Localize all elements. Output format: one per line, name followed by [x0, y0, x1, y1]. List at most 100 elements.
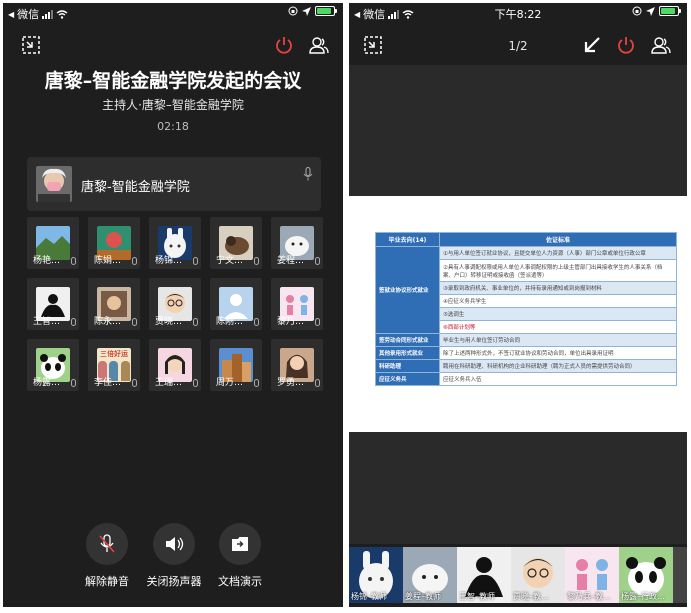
wifi-icon [56, 9, 68, 19]
table-cell: 除了上述两种形式外，不签订就业协议和劳动合同，单位出具录用证明 [439, 346, 677, 360]
participant-tile[interactable]: 王智… [27, 278, 79, 330]
end-meeting-icon[interactable] [616, 35, 636, 55]
microphone-icon [132, 318, 137, 326]
table-row: 应征义务兵 应征义务兵入伍 [375, 372, 677, 386]
participant-tile[interactable]: 陈娟… [88, 217, 140, 269]
microphone-icon [132, 379, 137, 387]
status-bar: ◀ 微信 [3, 3, 343, 23]
microphone-icon [254, 379, 259, 387]
battery-icon [659, 6, 681, 16]
participant-tile[interactable]: 杨露… [27, 339, 79, 391]
table-cell: ①与用人单位签订就业协议，且提交单位人力资源（人事）部门公章或单位行政公章 [439, 246, 677, 260]
meeting-timer: 02:18 [157, 120, 189, 133]
table-category: 签劳动合同形式就业 [375, 333, 440, 347]
microphone-icon [71, 257, 76, 265]
participant-tile[interactable]: 三倍好运 李佳… [88, 339, 140, 391]
microphone-icon [254, 257, 259, 265]
microphone-icon [193, 257, 198, 265]
participant-name: 姜程–教师 [405, 592, 441, 601]
muted-microphone-icon [99, 534, 115, 553]
minimize-window-icon[interactable] [21, 35, 41, 55]
meeting-host: 主持人·唐黎–智能金融学院 [102, 98, 244, 112]
meeting-title: 唐黎–智能金融学院发起的会议 [44, 70, 302, 92]
table-cell: 应征义务兵入伍 [439, 372, 677, 386]
microphone-icon [71, 318, 76, 326]
host-card[interactable]: 唐黎-智能金融学院 [27, 157, 321, 211]
participant-tile[interactable]: 杨艳… [27, 217, 79, 269]
participant-tile[interactable]: 贾晓… [149, 278, 201, 330]
participant-tile[interactable]: 罗勇… [271, 339, 323, 391]
participant-name: 王智–教师 [459, 592, 495, 601]
document-top-area [349, 65, 687, 196]
host-avatar [36, 166, 72, 202]
strip-participant-tile[interactable]: 黎乃兵–教… [565, 547, 619, 603]
signal-icon [42, 9, 54, 19]
participants-icon[interactable] [309, 35, 329, 55]
table-category: 科研助理 [375, 359, 440, 373]
table-cell: ④应征义务兵学生 [439, 294, 677, 308]
page-indicator: 1/2 [508, 39, 528, 53]
microphone-icon [132, 257, 137, 265]
strip-participant-tile[interactable]: 贾晓–教… [511, 547, 565, 603]
table-cell: ⑥西部计划等 [439, 320, 677, 334]
participant-tile[interactable]: 陈永… [88, 278, 140, 330]
doc-share-label: 文档演示 [218, 575, 262, 588]
table-row: 签劳动合同形式就业 毕业生与用人单位签订劳动合同 [375, 333, 677, 347]
table-category: 签就业协议形式就业 [375, 246, 440, 334]
strip-participant-tile[interactable]: 杨锦–教师 [349, 547, 403, 603]
strip-participant-tile-partial[interactable] [673, 547, 687, 603]
microphone-icon [71, 379, 76, 387]
strip-participant-tile[interactable]: 姜程–教师 [403, 547, 457, 603]
table-cell: 毕业生与用人单位签订劳动合同 [439, 333, 677, 347]
table-header: 毕业去向(14) [375, 232, 440, 247]
strip-participant-tile[interactable]: 王智–教师 [457, 547, 511, 603]
microphone-icon [315, 379, 320, 387]
document-bottom-area [349, 432, 687, 544]
avatar-overlay-text: 三倍好运 [100, 350, 128, 358]
participant-name: 杨锦–教师 [351, 592, 387, 601]
participant-tile[interactable]: 姜程… [271, 217, 323, 269]
table-header: 佐证标准 [439, 232, 677, 247]
document-share-screen: ◀ 微信 下午8:22 1/2 毕业去向(14) 佐证标准 签就业协议形式就业 … [349, 3, 687, 607]
table-cell: ⑤选调生 [439, 307, 677, 321]
participant-tile[interactable]: 陈刚… [210, 278, 262, 330]
participants-icon[interactable] [651, 35, 671, 55]
microphone-icon [315, 257, 320, 265]
table-cell: ③录取到政府机关、事业单位的，并持有录用通知或到岗报到材料 [439, 281, 677, 295]
participant-name: 贾晓–教… [513, 592, 549, 601]
microphone-icon [193, 379, 198, 387]
employment-standards-table: 毕业去向(14) 佐证标准 签就业协议形式就业 ①与用人单位签订就业协议，且提交… [375, 232, 677, 386]
table-row: 其他录用形式就业 除了上述两种形式外，不签订就业协议和劳动合同，单位出具录用证明 [375, 346, 677, 360]
table-cell: ②具有人事调配权限或用人单位人事调配权限的上级主管部门出具接收学生的人事关系（档… [439, 259, 677, 282]
participant-name: 黎乃兵–教… [567, 592, 611, 601]
participant-tile[interactable]: 宁文… [210, 217, 262, 269]
table-category: 其他录用形式就业 [375, 346, 440, 360]
microphone-icon [303, 167, 313, 181]
location-icon [302, 6, 311, 16]
speaker-icon [166, 537, 184, 551]
microphone-icon [254, 318, 259, 326]
strip-participant-tile[interactable]: 杨露–行政… [619, 547, 673, 603]
table-row: 签就业协议形式就业 ①与用人单位签订就业协议，且提交单位人力资源（人事）部门公章… [375, 246, 677, 334]
participant-tile[interactable]: 周万… [210, 339, 262, 391]
exit-fullscreen-arrow-icon[interactable] [582, 35, 602, 55]
end-meeting-icon[interactable] [274, 35, 294, 55]
participant-tile[interactable]: 黎乃… [271, 278, 323, 330]
participant-tile[interactable]: 王瑞… [149, 339, 201, 391]
lock-rotation-icon [632, 6, 642, 16]
location-icon [646, 6, 655, 16]
participant-name: 杨露–行政… [621, 592, 665, 601]
participant-video-strip[interactable]: 杨锦–教师 姜程–教师 王智–教师 贾晓–教… 黎乃兵–教… 杨露–行政… [349, 547, 687, 603]
microphone-icon [193, 318, 198, 326]
carrier-label: 微信 [17, 8, 40, 21]
document-share-icon [232, 537, 248, 551]
table-category: 应征义务兵 [375, 372, 440, 386]
lock-rotation-icon [288, 6, 298, 16]
table-header-row: 毕业去向(14) 佐证标准 [375, 232, 677, 247]
status-bar: ◀ 微信 下午8:22 [349, 3, 687, 23]
microphone-icon [315, 318, 320, 326]
host-card-name: 唐黎-智能金融学院 [81, 180, 190, 195]
table-cell: 聘用在科研助理、科研机构的企业科研助理（聘为正式人员的需提供劳动合同） [439, 359, 677, 373]
doc-share-button[interactable]: 文档演示 [200, 523, 280, 589]
participant-tile[interactable]: 杨锦… [149, 217, 201, 269]
